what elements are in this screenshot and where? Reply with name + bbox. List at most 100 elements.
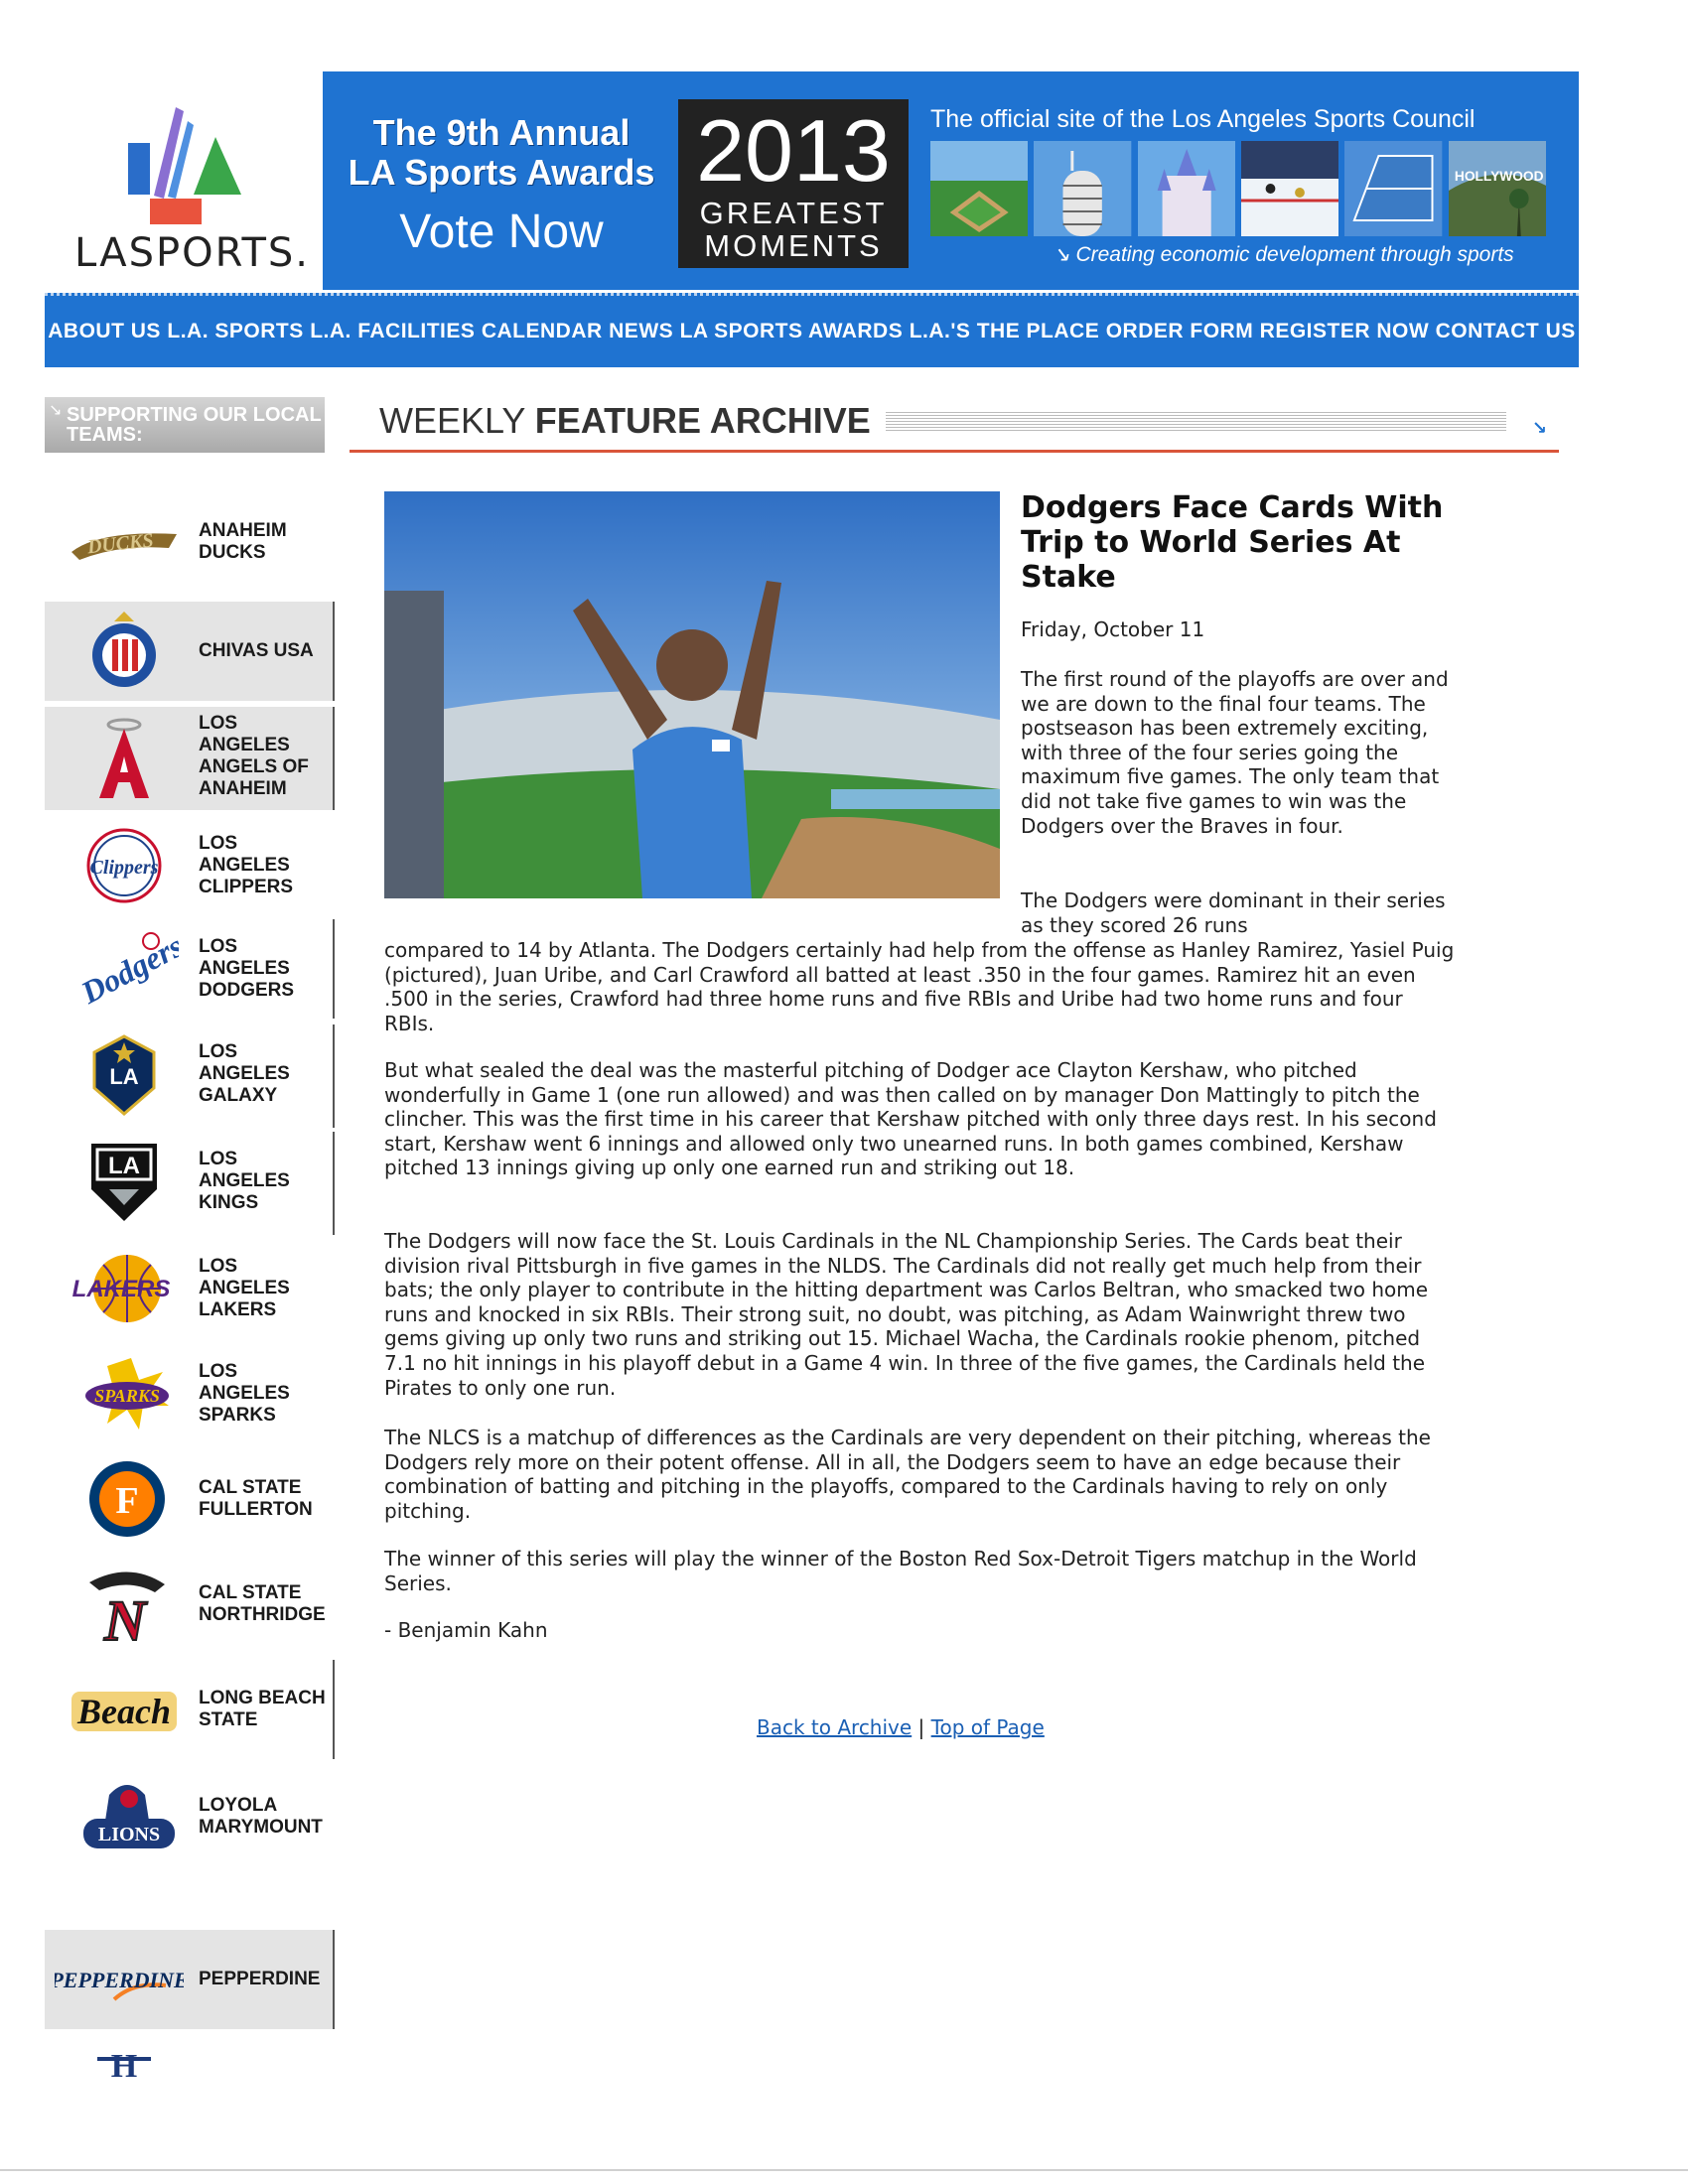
article-paragraph-4: The Dodgers will now face the St. Louis … (384, 1229, 1429, 1400)
sidebar-team-lakers[interactable]: LAKERS LOS ANGELES LAKERS (45, 1239, 333, 1338)
sidebar-team-loyola-marymount[interactable]: LIONS LOYOLA MARYMOUNT (45, 1767, 333, 1866)
nav-calendar[interactable]: CALENDAR (482, 320, 603, 343)
svg-text:LIONS: LIONS (98, 1824, 160, 1845)
castle-photo-icon (1137, 141, 1235, 236)
svg-text:DUCKS: DUCKS (85, 529, 155, 558)
svg-text:HOLLYWOOD: HOLLYWOOD (1455, 168, 1544, 184)
angels-logo-icon (99, 718, 149, 798)
header-decorative-lines (886, 410, 1506, 432)
article-paragraph-3: But what sealed the deal was the masterf… (384, 1058, 1437, 1180)
team-name: LOYOLA MARYMOUNT (199, 1795, 323, 1838)
sidebar-team-fullerton[interactable]: F CAL STATE FULLERTON (45, 1449, 333, 1549)
article-paragraph-5: The NLCS is a matchup of differences as … (384, 1426, 1431, 1523)
awards-promo[interactable]: The 9th Annual LA Sports Awards Vote Now (343, 113, 660, 259)
sidebar-team-sparks[interactable]: SPARKS LOS ANGELES SPARKS (45, 1344, 333, 1443)
vote-now-link[interactable]: Vote Now (343, 205, 660, 259)
lions-logo-icon: LIONS (83, 1785, 175, 1848)
official-site-text: The official site of the Los Angeles Spo… (930, 105, 1476, 133)
hollywood-sign-photo-icon: HOLLYWOOD (1448, 141, 1546, 236)
feature-title-light: WEEKLY (379, 400, 535, 441)
nav-las-the-place[interactable]: L.A.'S THE PLACE (910, 320, 1100, 343)
team-name: LOS ANGELES ANGELS OF ANAHEIM (199, 713, 309, 799)
stadium-photo-icon (930, 141, 1029, 236)
northridge-logo-icon: N (89, 1571, 165, 1646)
article-paragraph-2-start: The Dodgers were dominant in their serie… (1021, 888, 1446, 937)
svg-text:LA: LA (108, 1153, 140, 1179)
ducks-logo-icon: DUCKS (71, 529, 177, 560)
sidebar-team-chivas-usa[interactable]: CHIVAS USA (45, 602, 335, 701)
dodgers-logo-icon: Dodgers (74, 927, 179, 1011)
capitol-records-photo-icon (1034, 141, 1132, 236)
sidebar-team-galaxy[interactable]: LA LOS ANGELES GALAXY (45, 1024, 335, 1128)
site-logo[interactable]: LASPORTS. (45, 71, 323, 290)
lakers-logo-icon: LAKERS (72, 1255, 171, 1322)
article-paragraph-1: The first round of the playoffs are over… (1021, 667, 1449, 838)
feature-archive-title: WEEKLY FEATURE ARCHIVE (379, 400, 871, 442)
team-name: CHIVAS USA (199, 640, 314, 661)
svg-text:LAKERS: LAKERS (72, 1276, 171, 1302)
team-name: LONG BEACH STATE (199, 1688, 326, 1730)
main-nav: ABOUT US L.A. SPORTS L.A. FACILITIES CAL… (45, 293, 1579, 367)
svg-text:N: N (103, 1588, 148, 1646)
article-paragraph-2-cont: compared to 14 by Atlanta. The Dodgers c… (384, 938, 1455, 1035)
partial-team-logo-icon: H (97, 2048, 151, 2083)
awards-banner[interactable]: The 9th Annual LA Sports Awards Vote Now… (323, 71, 1579, 290)
sidebar-arrow-icon: ↘ (49, 400, 63, 419)
svg-text:LA: LA (109, 1064, 138, 1089)
nav-order-form[interactable]: ORDER FORM (1106, 320, 1254, 343)
link-separator: | (912, 1715, 931, 1739)
tagline-text: Creating economic development through sp… (1075, 243, 1514, 266)
awards-line-2: LA Sports Awards (348, 152, 655, 193)
tagline-link[interactable]: ↘ Creating economic development through … (1053, 242, 1514, 267)
sidebar-team-angels[interactable]: LOS ANGELES ANGELS OF ANAHEIM (45, 707, 335, 810)
sidebar-team-pepperdine[interactable]: PEPPERDINE PEPPERDINE (45, 1930, 335, 2029)
article-photo (384, 491, 1000, 898)
team-name: CAL STATE NORTHRIDGE (199, 1582, 326, 1625)
team-name: CAL STATE FULLERTON (199, 1477, 313, 1520)
nav-la-facilities[interactable]: L.A. FACILITIES (310, 320, 475, 343)
moments-label: MOMENTS (704, 228, 883, 263)
nav-la-sports[interactable]: L.A. SPORTS (167, 320, 303, 343)
la-sports-logo-icon (128, 107, 241, 224)
venue-photo-strip: HOLLYWOOD (930, 141, 1546, 236)
sidebar-team-clippers[interactable]: Clippers LOS ANGELES CLIPPERS (45, 816, 333, 915)
feature-archive-header: WEEKLY FEATURE ARCHIVE ↘ (350, 390, 1559, 453)
fullerton-logo-icon: F (89, 1461, 165, 1537)
team-name: LOS ANGELES LAKERS (199, 1256, 290, 1320)
sidebar-team-long-beach-state[interactable]: Beach LONG BEACH STATE (45, 1660, 335, 1759)
sparks-logo-icon: SPARKS (85, 1358, 169, 1430)
article-footer-links: Back to Archive | Top of Page (757, 1715, 1045, 1739)
team-name: PEPPERDINE (199, 1969, 321, 1989)
logo-wordmark: LASPORTS. (74, 230, 310, 276)
nav-la-sports-awards[interactable]: LA SPORTS AWARDS (680, 320, 904, 343)
article-paragraph-6: The winner of this series will play the … (384, 1547, 1417, 1595)
beach-logo-icon: Beach (71, 1692, 177, 1731)
chivas-logo-icon (92, 612, 156, 687)
top-of-page-link[interactable]: Top of Page (931, 1715, 1045, 1739)
sidebar-team-kings[interactable]: LA LOS ANGELES KINGS (45, 1132, 335, 1235)
svg-text:Beach: Beach (76, 1692, 171, 1731)
sidebar-team-anaheim-ducks[interactable]: DUCKS ANAHEIM DUCKS (45, 492, 333, 592)
svg-text:H: H (111, 2048, 137, 2083)
hockey-photo-icon (1240, 141, 1339, 236)
nav-register-now[interactable]: REGISTER NOW (1260, 320, 1430, 343)
moments-greatest: GREATEST (699, 196, 888, 230)
back-to-archive-link[interactable]: Back to Archive (757, 1715, 912, 1739)
kings-logo-icon: LA (91, 1144, 157, 1221)
sidebar-team-northridge[interactable]: N CAL STATE NORTHRIDGE (45, 1555, 333, 1654)
greatest-moments-badge[interactable]: 2013 GREATEST MOMENTS (678, 99, 909, 268)
team-name: LOS ANGELES SPARKS (199, 1361, 290, 1426)
clippers-logo-icon: Clippers (86, 828, 162, 903)
galaxy-logo-icon: LA (92, 1034, 156, 1116)
svg-text:PEPPERDINE: PEPPERDINE (55, 1968, 184, 1992)
moments-year: 2013 (696, 101, 891, 200)
nav-about-us[interactable]: ABOUT US (48, 320, 161, 343)
team-name: LOS ANGELES DODGERS (199, 936, 295, 1001)
awards-line-1: The 9th Annual (372, 112, 631, 153)
nav-news[interactable]: NEWS (609, 320, 673, 343)
pepperdine-logo-icon: PEPPERDINE (55, 1968, 184, 2001)
nav-contact-us[interactable]: CONTACT US (1436, 320, 1576, 343)
sidebar-team-dodgers[interactable]: Dodgers LOS ANGELES DODGERS (45, 919, 335, 1019)
tagline-arrow-icon: ↘ (1053, 243, 1076, 266)
article-date: Friday, October 11 (1021, 617, 1205, 641)
